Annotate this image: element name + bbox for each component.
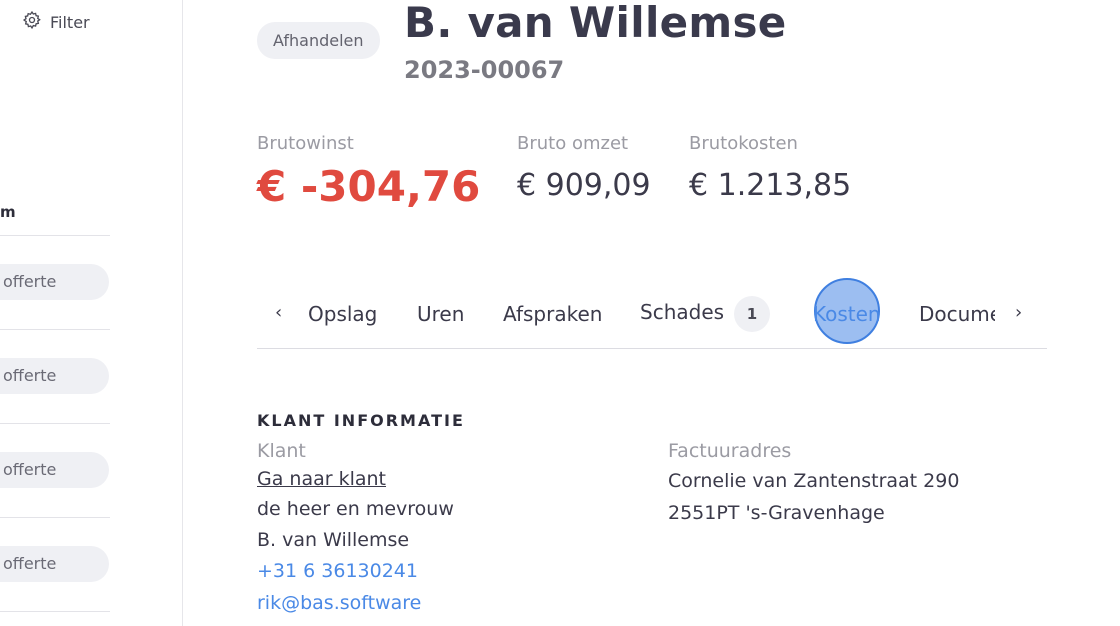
invoice-address-label: Factuuradres	[668, 440, 792, 462]
filter-label: Filter	[50, 12, 90, 32]
project-number: 2023-00067	[404, 56, 565, 84]
chevron-right-icon[interactable]: ›	[1015, 302, 1022, 323]
tab-opslag[interactable]: Opslag	[308, 302, 377, 326]
kpi-value-brutokosten: € 1.213,85	[689, 168, 852, 203]
customer-salutation: de heer en mevrouw	[257, 498, 454, 520]
divider	[0, 235, 110, 236]
tab-kosten[interactable]: Kosten	[813, 302, 881, 326]
list-item-status[interactable]: offerte	[0, 546, 109, 582]
divider	[0, 517, 110, 518]
kpi-value-bruto-omzet: € 909,09	[517, 168, 651, 203]
kpi-label-brutowinst: Brutowinst	[257, 133, 354, 154]
goto-customer-link[interactable]: Ga naar klant	[257, 468, 386, 490]
chevron-left-icon[interactable]: ‹	[275, 302, 282, 323]
tab-count-badge: 1	[734, 296, 770, 332]
page-title: B. van Willemse	[404, 0, 787, 47]
tab-documenten-wrapper[interactable]: Documenten	[919, 300, 995, 328]
gear-icon	[22, 10, 42, 34]
divider	[0, 329, 110, 330]
divider	[0, 611, 110, 612]
list-item-status[interactable]: offerte	[0, 358, 109, 394]
divider	[0, 423, 110, 424]
klant-label: Klant	[257, 440, 306, 462]
filter-button[interactable]: Filter	[22, 10, 90, 34]
customer-name: B. van Willemse	[257, 529, 410, 551]
tab-uren[interactable]: Uren	[417, 302, 464, 326]
customer-email-link[interactable]: rik@bas.software	[257, 592, 421, 614]
section-title: KLANT INFORMATIE	[257, 411, 465, 430]
customer-phone-link[interactable]: +31 6 36130241	[257, 560, 418, 582]
tab-documenten[interactable]: Documenten	[919, 302, 995, 326]
kpi-value-brutowinst: € -304,76	[257, 162, 481, 211]
invoice-city: 2551PT 's-Gravenhage	[668, 502, 885, 524]
list-item-status[interactable]: offerte	[0, 264, 109, 300]
tab-afspraken[interactable]: Afspraken	[503, 302, 602, 326]
tab-bar: ‹ Opslag Uren Afspraken Schades 1 Kosten…	[257, 278, 1047, 349]
sidebar: Filter m offerte offerte offerte offerte	[0, 0, 183, 626]
column-header: m	[0, 203, 16, 221]
kpi-label-brutokosten: Brutokosten	[689, 133, 798, 154]
tab-schades[interactable]: Schades	[640, 300, 724, 324]
list-item-status[interactable]: offerte	[0, 452, 109, 488]
invoice-street: Cornelie van Zantenstraat 290	[668, 470, 960, 492]
kpi-label-bruto-omzet: Bruto omzet	[517, 133, 629, 154]
status-badge: Afhandelen	[257, 22, 380, 59]
